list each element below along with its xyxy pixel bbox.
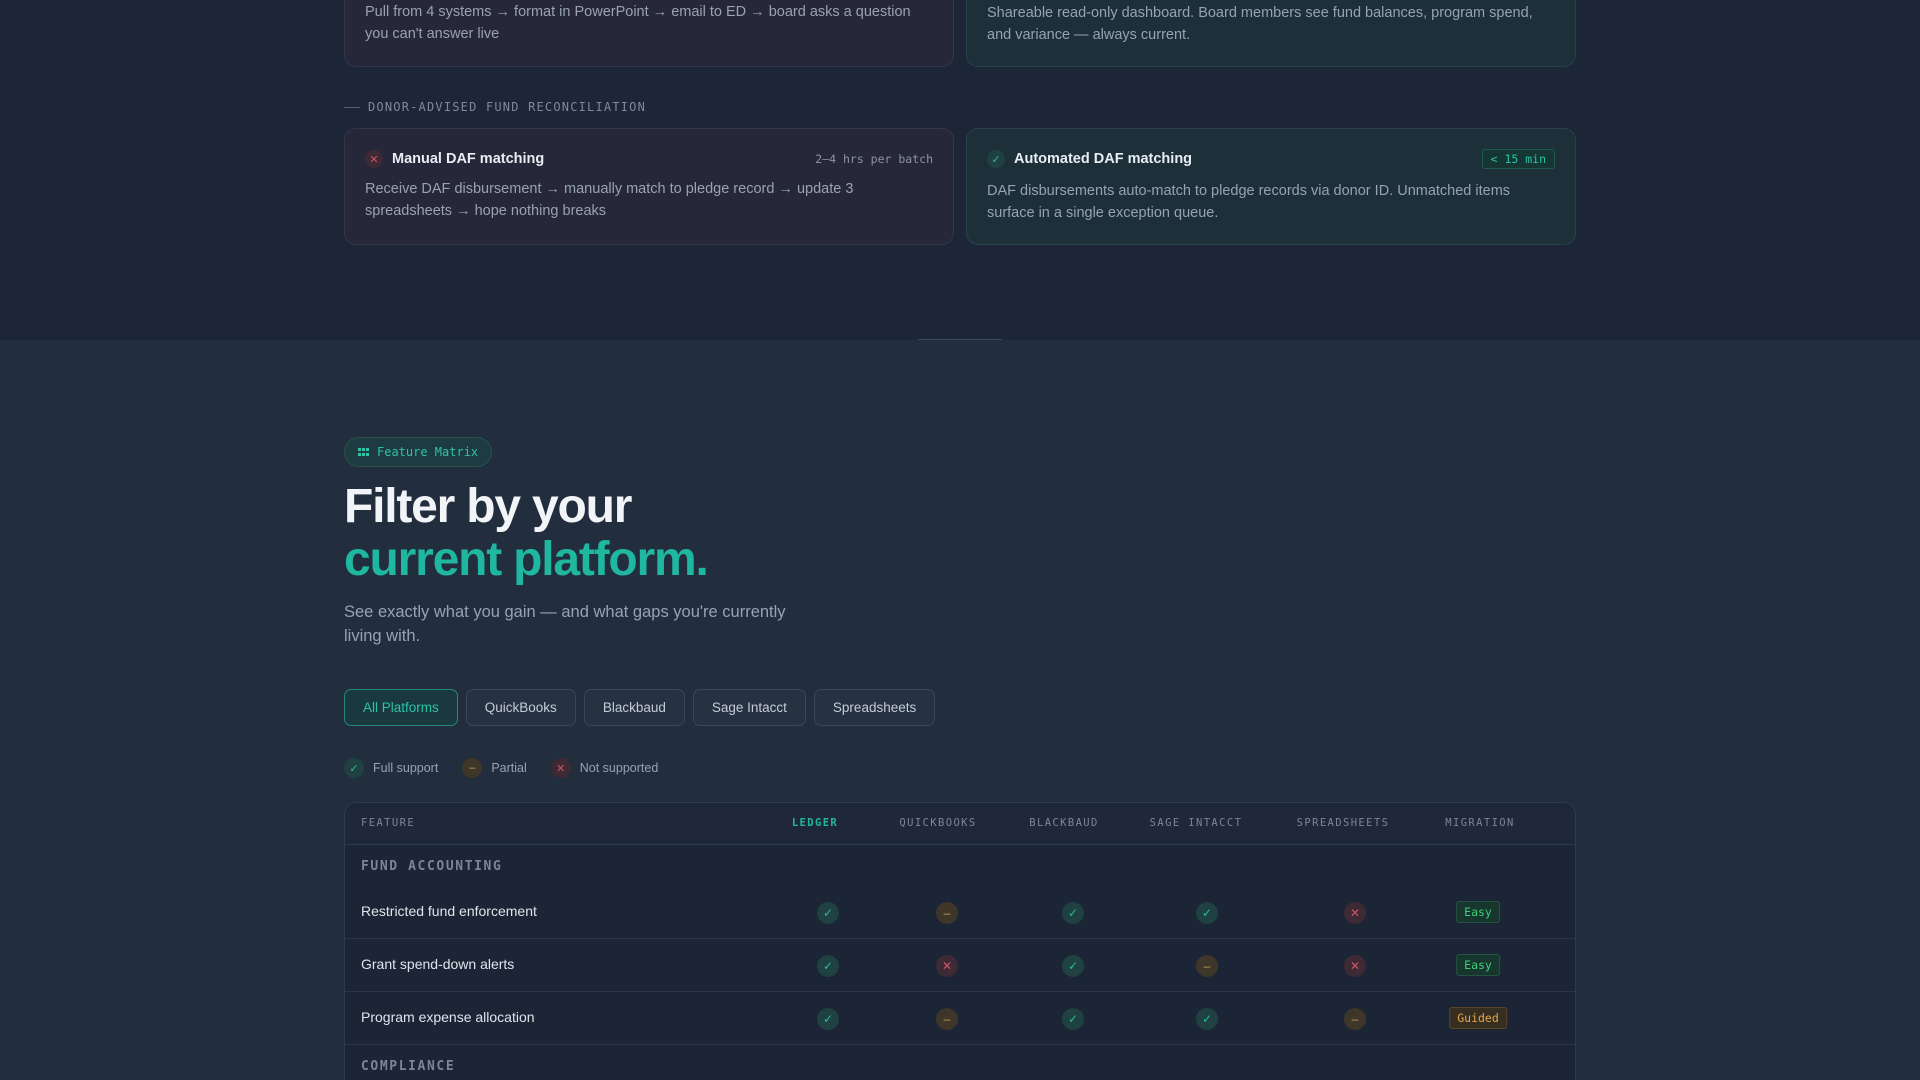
check-icon: ✓ <box>1062 1008 1084 1030</box>
column-header-migration: MIGRATION <box>1445 817 1515 829</box>
time-badge: < 15 min <box>1481 149 1555 169</box>
dash-icon: – <box>1196 955 1218 977</box>
feature-name: Grant spend-down alerts <box>361 956 515 972</box>
check-icon: ✓ <box>1196 1008 1218 1030</box>
column-header-ledger: LEDGER <box>791 817 839 829</box>
column-header-sage-intacct: SAGE INTACCT <box>1149 817 1243 829</box>
dash-icon: – <box>936 1008 958 1030</box>
filter-sage-intacct[interactable]: Sage Intacct <box>692 689 806 726</box>
check-icon: ✓ <box>344 758 364 778</box>
section-subtitle: See exactly what you gain — and what gap… <box>344 603 786 645</box>
card-header: ✓ Automated DAF matching < 15 min <box>987 149 1555 169</box>
migration-badge: Easy <box>1456 954 1500 976</box>
card-title: Automated DAF matching <box>1014 151 1193 167</box>
check-icon: ✓ <box>1062 902 1084 924</box>
migration-badge: Guided <box>1449 1007 1507 1029</box>
dash-icon: – <box>1344 1008 1366 1030</box>
feature-name: Restricted fund enforcement <box>361 903 537 919</box>
board-report-manual-card: Pull from 4 systems → format in PowerPoi… <box>344 0 954 67</box>
group-header: COMPLIANCE <box>361 1059 456 1074</box>
x-icon: ✕ <box>365 150 383 168</box>
grid-icon <box>358 447 369 457</box>
time-estimate: 2–4 hrs per batch <box>815 152 933 166</box>
daf-section-label: DONOR-ADVISED FUND RECONCILIATION <box>344 100 646 114</box>
table-row: Restricted fund enforcement ✓ – ✓ ✓ ✕ Easy <box>345 886 1575 939</box>
check-icon: ✓ <box>817 902 839 924</box>
legend-label: Not supported <box>579 761 659 775</box>
page-heading: Filter by your current platform. <box>344 480 709 586</box>
check-icon: ✓ <box>987 150 1005 168</box>
card-description: Shareable read-only dashboard. Board mem… <box>987 5 1533 43</box>
feature-matrix-table: FEATURE LEDGER QUICKBOOKS BLACKBAUD SAGE… <box>344 802 1576 1080</box>
column-header-blackbaud: BLACKBAUD <box>1029 817 1099 829</box>
dash-icon: – <box>936 902 958 924</box>
section-divider <box>918 339 1002 340</box>
dash-icon: – <box>462 758 483 778</box>
column-header-spreadsheets: SPREADSHEETS <box>1296 817 1390 829</box>
heading-line-2: current platform. <box>344 533 709 586</box>
badge-label: Feature Matrix <box>377 445 479 459</box>
filter-all-platforms[interactable]: All Platforms <box>344 689 458 726</box>
support-legend: ✓ Full support – Partial ✕ Not supported <box>344 758 682 778</box>
card-header: ✕ Manual DAF matching 2–4 hrs per batch <box>365 149 933 169</box>
legend-none: ✕ Not supported <box>550 758 659 778</box>
card-description: DAF disbursements auto-match to pledge r… <box>987 183 1511 221</box>
table-header: FEATURE LEDGER QUICKBOOKS BLACKBAUD SAGE… <box>345 803 1575 845</box>
platform-filter-bar: All Platforms QuickBooks Blackbaud Sage … <box>344 689 936 726</box>
check-icon: ✓ <box>1062 955 1084 977</box>
card-title: Manual DAF matching <box>392 151 545 167</box>
manual-daf-card: ✕ Manual DAF matching 2–4 hrs per batch … <box>344 128 954 245</box>
feature-name: Program expense allocation <box>361 1009 535 1025</box>
x-icon: ✕ <box>1344 955 1366 977</box>
migration-badge: Easy <box>1456 901 1500 923</box>
column-header-quickbooks: QUICKBOOKS <box>899 817 977 829</box>
check-icon: ✓ <box>817 1008 839 1030</box>
legend-full: ✓ Full support <box>344 758 438 778</box>
check-icon: ✓ <box>1196 902 1218 924</box>
legend-label: Partial <box>491 761 527 775</box>
table-row: Program expense allocation ✓ – ✓ ✓ – Guided <box>345 992 1575 1045</box>
feature-matrix-badge: Feature Matrix <box>344 437 493 467</box>
x-icon: ✕ <box>1344 902 1366 924</box>
x-icon: ✕ <box>550 758 571 778</box>
filter-quickbooks[interactable]: QuickBooks <box>465 689 576 726</box>
column-header-feature: FEATURE <box>361 817 416 829</box>
board-report-automated-card: Shareable read-only dashboard. Board mem… <box>966 0 1576 67</box>
check-icon: ✓ <box>817 955 839 977</box>
filter-spreadsheets[interactable]: Spreadsheets <box>813 689 936 726</box>
automated-daf-card: ✓ Automated DAF matching < 15 min DAF di… <box>966 128 1576 245</box>
filter-blackbaud[interactable]: Blackbaud <box>583 689 685 726</box>
table-row: Grant spend-down alerts ✓ ✕ ✓ – ✕ Easy <box>345 939 1575 992</box>
card-description: Receive DAF disbursement → manually matc… <box>365 181 854 219</box>
heading-line-1: Filter by your <box>344 480 632 533</box>
legend-partial: – Partial <box>462 758 527 778</box>
legend-label: Full support <box>373 761 439 775</box>
group-header: FUND ACCOUNTING <box>361 859 503 874</box>
top-section <box>0 0 1920 340</box>
x-icon: ✕ <box>936 955 958 977</box>
card-description: Pull from 4 systems → format in PowerPoi… <box>365 4 911 42</box>
